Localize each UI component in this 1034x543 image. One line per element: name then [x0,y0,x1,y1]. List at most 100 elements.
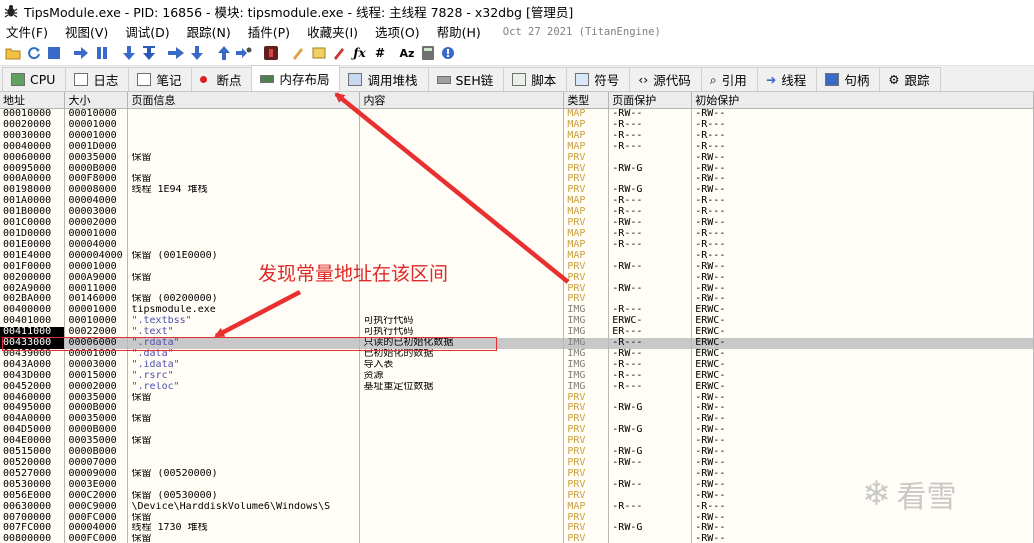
col-size[interactable]: 大小 [64,92,129,109]
table-row[interactable]: 00095000 0000B000 PRV -RW-G -RW-- [0,163,1034,175]
menu-help[interactable]: 帮助(H) [437,22,481,41]
table-row[interactable]: 004E0000 00035000 保留 PRV -RW-- [0,436,1034,448]
table-row[interactable]: 00200000 000A9000 保留 PRV -RW-- [0,272,1034,284]
menu-favourites[interactable]: 收藏夹(I) [307,22,358,41]
patches-icon[interactable] [262,44,280,62]
trace-into-icon[interactable] [167,44,185,62]
table-row[interactable]: 001E4000 000004000 保留 (001E0000) MAP -R--- [0,250,1034,262]
bookmarks-icon[interactable] [330,44,348,62]
table-row[interactable]: 00400000 00001000 tipsmodule.exe IMG -R--- ER… [0,305,1034,317]
tab-source[interactable]: ‹› 源代码 [629,67,702,91]
table-row[interactable]: 00439000 00001000 ".data" 已初始化的数据 IMG -RW-- ER… [0,348,1034,360]
pause-icon[interactable] [93,44,111,62]
table-row[interactable]: 00495000 0000B000 PRV -RW-G -RW-- [0,403,1034,415]
trace-over-icon[interactable] [188,44,206,62]
menu-view[interactable]: 视图(V) [65,22,108,41]
col-page-info[interactable]: 页面信息 [127,92,361,109]
cell-content [359,228,565,240]
table-row[interactable]: 001F0000 00001000 PRV -RW-- -RW-- [0,261,1034,273]
cell-content [359,436,565,448]
table-row[interactable]: 001E0000 00004000 MAP -R--- -R--- [0,239,1034,251]
font-icon[interactable]: Az [398,44,416,62]
table-row[interactable]: 00030000 00001000 MAP -R--- -R--- [0,130,1034,142]
table-row[interactable]: 00433000 00006000 ".rdata" 只读的已初始化数据 IMG -R--… [0,338,1034,349]
col-protection[interactable]: 页面保护 [608,92,693,109]
execute-till-return-icon[interactable] [215,44,233,62]
table-row[interactable]: 002A9000 00011000 PRV -RW-- -RW-- [0,283,1034,295]
cell-size: 00022000 [64,327,129,339]
stop-icon[interactable] [45,44,63,62]
menu-options[interactable]: 选项(O) [375,22,420,41]
menu-plugins[interactable]: 插件(P) [248,22,290,41]
table-row[interactable]: 001A0000 00004000 MAP -R--- -R--- [0,196,1034,208]
cell-page-info [127,239,361,251]
col-initial-protection[interactable]: 初始保护 [691,92,1034,109]
functions-icon[interactable]: ƒx [351,44,369,62]
tab-notes[interactable]: 笔记 [128,67,193,91]
table-row[interactable]: 00800000 000FC000 保留 PRV -RW-- [0,534,1034,543]
cell-initial-protection: -RW-- [691,272,1034,284]
cell-protection: -RW-- [608,261,693,273]
labels-icon[interactable] [310,44,328,62]
help-icon[interactable] [439,44,457,62]
menu-debug[interactable]: 调试(D) [125,22,169,41]
tab-seh-chain[interactable]: SEH链 [427,67,505,91]
tab-cpu[interactable]: CPU [2,67,67,91]
cell-page-info: 线程 1730 堆栈 [127,523,361,535]
cell-protection: -RW-- [608,458,693,469]
table-row[interactable]: 001C0000 00002000 PRV -RW-- -RW-- [0,218,1034,229]
comments-icon[interactable] [289,44,307,62]
table-row[interactable]: 004D5000 0000B000 PRV -RW-G -RW-- [0,425,1034,437]
table-row[interactable]: 0043D000 00015000 ".rsrc" 资源 IMG -R--- ERWC- [0,370,1034,382]
tab-log[interactable]: 日志 [65,67,130,91]
variables-icon[interactable]: # [371,44,389,62]
menu-trace[interactable]: 跟踪(N) [187,22,231,41]
table-row[interactable]: 007FC000 00004000 线程 1730 堆栈 PRV -RW-G -RW-- [0,523,1034,535]
table-row[interactable]: 000A0000 000F8000 保留 PRV -RW-- [0,174,1034,186]
table-row[interactable]: 001B0000 00003000 MAP -R--- -R--- [0,207,1034,219]
source-icon: ‹› [638,72,649,87]
tab-references[interactable]: ⌕ 引用 [700,67,758,91]
table-row[interactable]: 00452000 00002000 ".reloc" 基址重定位数据 IMG -R--- E… [0,381,1034,393]
run-to-user-code-icon[interactable] [235,44,253,62]
table-row[interactable]: 00401000 00010000 ".textbss" 可执行代码 IMG ERWC- E… [0,316,1034,328]
step-over-icon[interactable] [140,44,158,62]
cell-size: 00035000 [64,152,129,164]
step-into-icon[interactable] [120,44,138,62]
col-type[interactable]: 类型 [563,92,610,109]
table-row[interactable]: 00020000 00001000 MAP -R--- -R--- [0,119,1034,131]
tab-trace[interactable]: ⚙ 跟踪 [879,67,941,91]
cell-address: 001F0000 [0,261,66,273]
table-row[interactable]: 004A0000 00035000 保留 PRV -RW-- [0,414,1034,426]
calculator-icon[interactable] [419,44,437,62]
cell-size: 000C2000 [64,490,129,502]
table-row[interactable]: 00060000 00035000 保留 PRV -RW-- [0,152,1034,164]
run-icon[interactable] [72,44,90,62]
table-row[interactable]: 0043A000 00003000 ".idata" 导入表 IMG -R--- ERWC- [0,359,1034,371]
tab-handles[interactable]: 句柄 [816,67,881,91]
open-icon[interactable] [4,44,22,62]
table-row[interactable]: 00520000 00007000 PRV -RW-- -RW-- [0,458,1034,469]
table-row[interactable]: 00460000 00035000 保留 PRV -RW-- [0,392,1034,404]
menu-file[interactable]: 文件(F) [6,22,48,41]
tab-symbols[interactable]: 符号 [566,67,631,91]
tab-threads[interactable]: ➜ 线程 [756,67,818,91]
table-row[interactable]: 002BA000 00146000 保留 (00200000) PRV -RW-- [0,294,1034,306]
tab-script[interactable]: 脚本 [503,67,568,91]
col-content[interactable]: 内容 [359,92,565,109]
window-title: TipsModule.exe - PID: 16856 - 模块: tipsmo… [24,4,574,20]
tab-breakpoints[interactable]: 断点 [191,67,253,91]
table-row[interactable]: 00010000 00010000 MAP -RW-- -RW-- [0,108,1034,120]
tab-memory-map[interactable]: 内存布局 [251,65,341,91]
col-address[interactable]: 地址 [0,92,66,109]
restart-icon[interactable] [25,44,43,62]
table-row[interactable]: 001D0000 00001000 MAP -R--- -R--- [0,228,1034,240]
cell-protection: -R--- [608,381,693,393]
table-row[interactable]: 00040000 0001D000 MAP -R--- -R--- [0,141,1034,153]
cell-type: PRV [563,468,610,480]
cell-content [359,403,565,415]
tab-call-stack[interactable]: 调用堆栈 [339,67,429,91]
table-row[interactable]: 00198000 00008000 线程 1E94 堆栈 PRV -RW-G -RW-- [0,185,1034,197]
table-row[interactable]: 00515000 0000B000 PRV -RW-G -RW-- [0,447,1034,458]
table-row[interactable]: 00411000 00022000 ".text" 可执行代码 IMG ER--- ERWC… [0,327,1034,339]
